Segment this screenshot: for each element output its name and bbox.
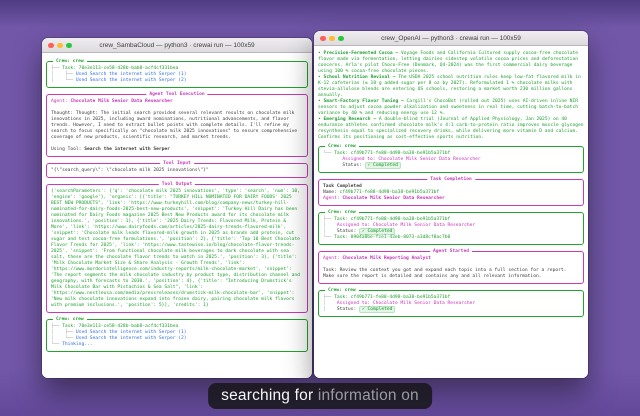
terminal-line: └── Thinking... [51, 342, 303, 348]
panel-title: Crew: crew [53, 317, 87, 323]
terminal-line: "{\"search_query\": \"chocolate milk 202… [51, 168, 303, 174]
window-titlebar[interactable]: crew_SambaCloud — python3 · crewai run —… [42, 38, 312, 53]
close-button[interactable] [48, 43, 54, 49]
terminal-output[interactable]: • Precision-Fermented Cocoa — Voyage Foo… [314, 46, 588, 378]
panel-agent-started: Agent StartedAgent: Chocolate Milk Repor… [318, 251, 584, 284]
zoom-button[interactable] [338, 36, 344, 42]
panel-title: Agent Started [430, 249, 472, 255]
minimize-button[interactable] [329, 36, 335, 42]
panel-crew-crew: Crew: crew└── Task: cf49b771-fe88-4d98-b… [318, 146, 584, 173]
window-title: crew_OpenAI — python3 · crewai run — 100… [381, 35, 521, 42]
terminal-line: └── Task: 8904a8be-fce1-43eb-8073-a3d8cf… [323, 235, 579, 241]
window-titlebar[interactable]: crew_OpenAI — python3 · crewai run — 100… [314, 31, 588, 46]
terminal-line: │ └── Used Search the internet with Serp… [51, 78, 303, 84]
terminal-window-crew-sambacloud: crew_SambaCloud — python3 · crewai run —… [42, 38, 312, 378]
terminal-line: Agent: Chocolate Milk Senior Data Resear… [323, 196, 579, 202]
terminal-text-block: • Precision-Fermented Cocoa — Voyage Foo… [318, 51, 584, 141]
panel-tool-input: Tool Input"{\"search_query\": \"chocolat… [46, 163, 308, 178]
terminal-line: Thought: Thought: The initial search pro… [51, 111, 303, 141]
terminal-line: Status: ✓ Completed [323, 163, 579, 169]
terminal-line: • School Nutrition Revival — The USDA 20… [318, 75, 584, 99]
panel-crew-crew: Crew: crew├── Task: 70e3e113-ce58-428b-b… [46, 319, 308, 352]
desktop: crew_SambaCloud — python3 · crewai run —… [0, 0, 640, 416]
panel-tool-output: Tool Output{'searchParameters': {'q': 'c… [46, 184, 308, 313]
panel-crew-crew: Crew: crew├── Task: cf49b771-fe88-4d98-b… [318, 290, 584, 317]
panel-title: Crew: crew [53, 59, 87, 65]
window-controls [320, 36, 344, 42]
panel-title: Task Completion [427, 177, 475, 183]
terminal-line: │ Status: ✓ Completed [323, 307, 579, 313]
window-title: crew_SambaCloud — python3 · crewai run —… [99, 42, 254, 49]
terminal-line: • Emerging Research — A double-blind tri… [318, 117, 584, 141]
caption-overlay: searching for information on [208, 383, 432, 409]
panel-task-completion: Task CompletionTask CompletedName: cf49b… [318, 179, 584, 206]
panel-title: Tool Output [159, 182, 195, 188]
terminal-line: • Smart-Factory Flavor Tuning — Cargill'… [318, 99, 584, 117]
panel-title: Agent Tool Execution [146, 92, 207, 98]
panel-title: Crew: crew [325, 288, 359, 294]
terminal-line: • Precision-Fermented Cocoa — Voyage Foo… [318, 51, 584, 75]
panel-title: Tool Input [160, 161, 194, 167]
panel-title: Crew: crew [325, 210, 359, 216]
panel-title: Crew: crew [325, 144, 359, 150]
panel-agent-tool-execution: Agent Tool ExecutionAgent: Chocolate Mil… [46, 94, 308, 157]
caption-secondary-text: information on [318, 387, 419, 404]
terminal-output[interactable]: Crew: crew├── Task: 70e3e113-ce58-428b-b… [42, 53, 312, 378]
terminal-line: {'searchParameters': {'q': 'chocolate mi… [51, 189, 303, 309]
window-controls [48, 43, 72, 49]
terminal-window-crew-openai: crew_OpenAI — python3 · crewai run — 100… [314, 31, 588, 378]
panel-crew-crew: Crew: crew├── Task: cf49b771-fe88-4d98-b… [318, 212, 584, 245]
minimize-button[interactable] [57, 43, 63, 49]
terminal-line: Using Tool: Search the internet with Ser… [51, 147, 303, 153]
terminal-line: Task: Review the context you got and exp… [323, 268, 579, 280]
panel-crew-crew: Crew: crew├── Task: 70e3e113-ce58-428b-b… [46, 61, 308, 88]
caption-primary-text: searching for [221, 387, 318, 404]
zoom-button[interactable] [66, 43, 72, 49]
close-button[interactable] [320, 36, 326, 42]
